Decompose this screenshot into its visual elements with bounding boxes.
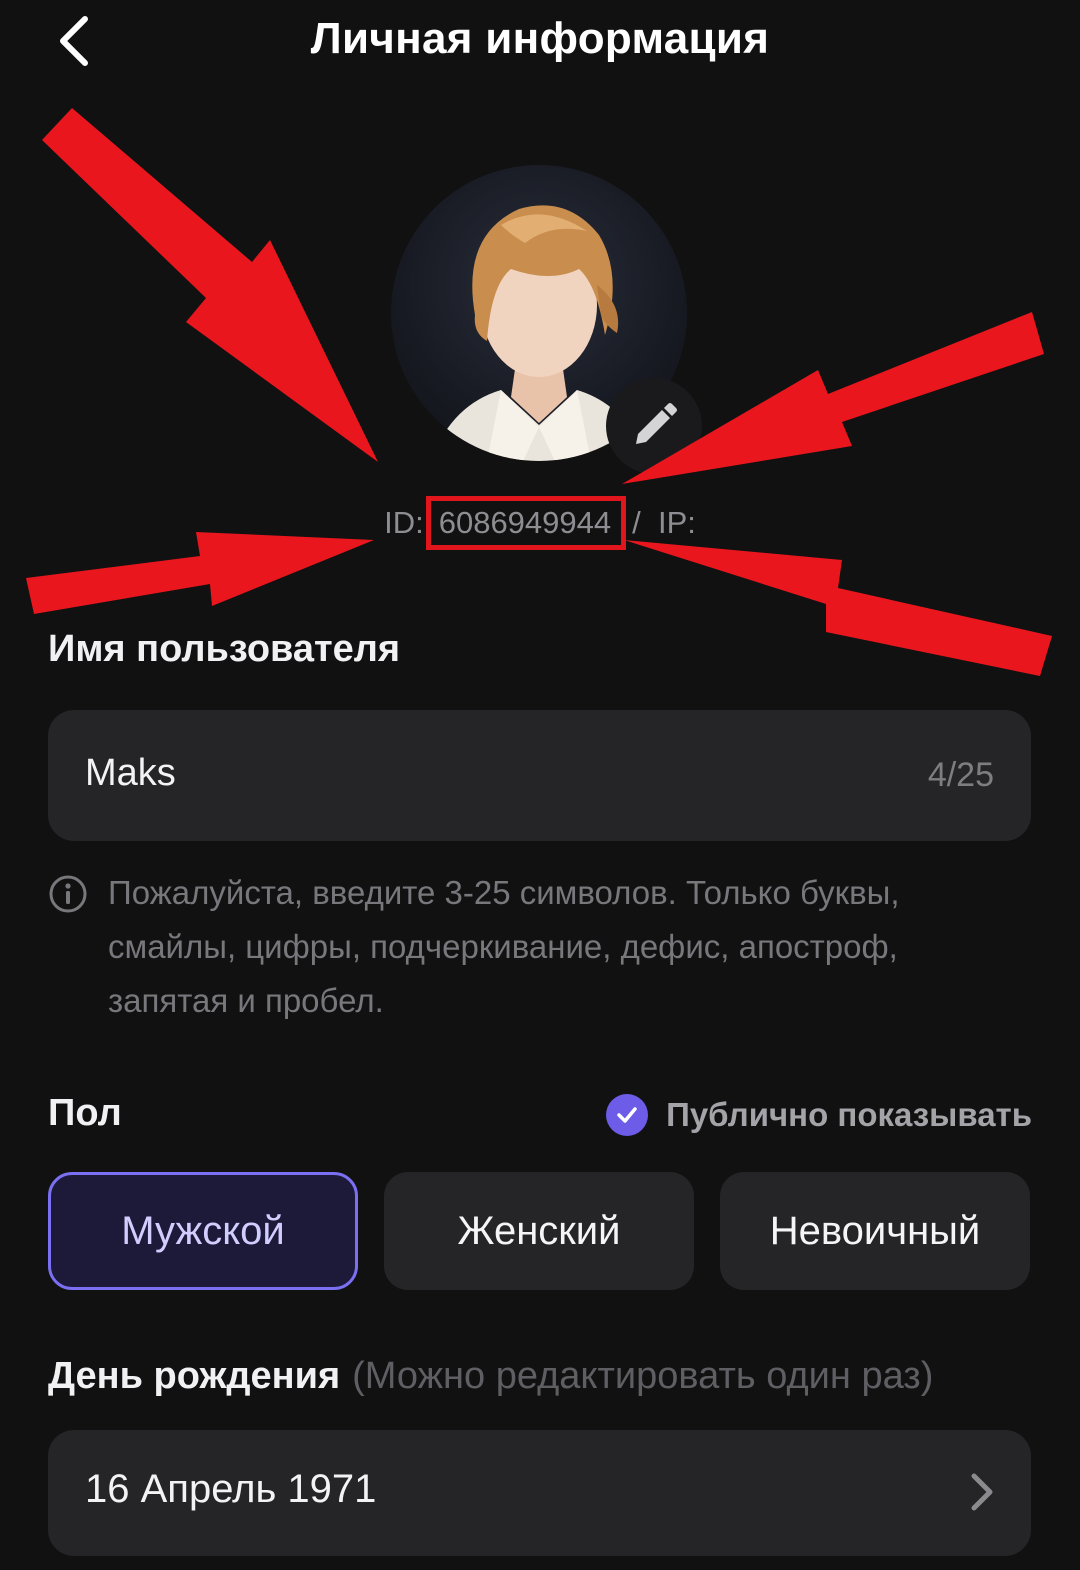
id-label: ID: <box>384 505 424 540</box>
arrow-top-left <box>42 108 378 462</box>
gender-option-label: Мужской <box>121 1208 285 1253</box>
info-icon <box>49 875 87 913</box>
username-heading: Имя пользователя <box>48 628 401 670</box>
gender-option-label: Невоичный <box>769 1208 981 1253</box>
birthday-heading: День рождения (Можно редактировать один р… <box>48 1355 933 1398</box>
public-visibility-toggle[interactable]: Публично показывать <box>606 1092 1032 1138</box>
username-char-counter: 4/25 <box>927 756 994 794</box>
id-value-highlight: 6086949944 <box>425 496 627 550</box>
birthday-edit-note: (Можно редактировать один раз) <box>352 1355 934 1397</box>
birthday-value[interactable]: 16 Апрель 1971 <box>85 1467 376 1512</box>
arrow-bottom-right <box>624 540 1052 676</box>
pencil-icon <box>636 403 677 444</box>
gender-option-female[interactable]: Женский <box>384 1172 694 1290</box>
username-input[interactable] <box>48 710 1031 841</box>
checkbox-checked[interactable] <box>606 1094 649 1136</box>
gender-option-label: Женский <box>457 1208 621 1253</box>
ip-label: IP: <box>658 505 696 540</box>
separator: / <box>632 505 641 540</box>
birthday-heading-label: День рождения <box>48 1355 341 1397</box>
username-value[interactable]: Maks <box>85 752 176 795</box>
gender-option-nonbinary[interactable]: Невоичный <box>720 1172 1030 1290</box>
gender-heading: Пол <box>48 1092 122 1134</box>
id-value: 6086949944 <box>438 505 612 540</box>
gender-option-male[interactable]: Мужской <box>48 1172 358 1290</box>
page-title: Личная информация <box>310 14 770 63</box>
check-icon <box>617 1107 637 1123</box>
id-ip-line: ID: 6086949944 / IP: <box>0 496 1080 550</box>
username-hint: Пожалуйста, введите 3-25 символов. Тольк… <box>108 874 900 1019</box>
chevron-right-icon <box>971 1473 993 1511</box>
public-visibility-label: Публично показывать <box>666 1096 1032 1133</box>
edit-avatar-button[interactable] <box>606 378 702 474</box>
